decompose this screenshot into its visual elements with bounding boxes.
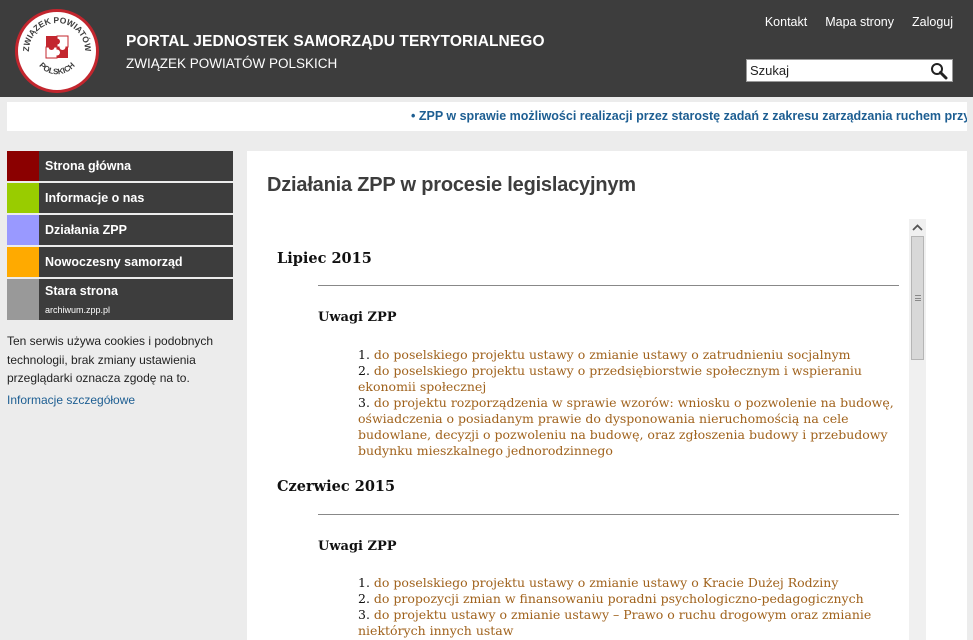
cookie-notice: Ten serwis używa cookies i podobnych tec… — [7, 334, 214, 385]
search-input[interactable] — [747, 60, 925, 81]
divider — [318, 285, 899, 286]
list-number: 2. — [358, 591, 370, 606]
news-ticker: • ZPP w sprawie możliwości realizacji pr… — [7, 102, 967, 131]
sidebar-item-label: Nowoczesny samorząd — [45, 255, 183, 269]
sidebar-color-swatch — [7, 247, 39, 277]
ticker-link[interactable]: • ZPP w sprawie możliwości realizacji pr… — [411, 109, 967, 123]
month-heading: Lipiec 2015 — [277, 250, 372, 267]
sidebar: Strona główna Informacje o nas Działania… — [7, 151, 233, 322]
section-heading: Uwagi ZPP — [318, 539, 397, 554]
grip-icon — [915, 295, 921, 301]
zpp-logo[interactable]: ZWIĄZEK POWIATÓW POLSKICH — [15, 9, 99, 93]
list-item: 1. do poselskiego projektu ustawy o zmia… — [358, 575, 898, 591]
section-heading: Uwagi ZPP — [318, 310, 397, 325]
sidebar-item-label: Działania ZPP — [45, 223, 127, 237]
document-link[interactable]: do projektu rozporządzenia w sprawie wzo… — [358, 395, 894, 458]
main-panel: Działania ZPP w procesie legislacyjnym L… — [247, 151, 967, 640]
document-list: 1. do poselskiego projektu ustawy o zmia… — [358, 347, 898, 459]
sidebar-color-swatch — [7, 183, 39, 213]
sidebar-item-informacje[interactable]: Informacje o nas — [7, 183, 233, 213]
document-link[interactable]: do poselskiego projektu ustawy o przedsi… — [358, 363, 862, 394]
scrollbar-thumb[interactable] — [911, 236, 924, 360]
document-link[interactable]: do propozycji zmian w finansowaniu porad… — [374, 591, 864, 606]
cookie-details-link[interactable]: Informacje szczegółowe — [7, 393, 135, 407]
site-subtitle: ZWIĄZEK POWIATÓW POLSKICH — [126, 56, 338, 71]
sidebar-item-nowoczesny-samorzad[interactable]: Nowoczesny samorząd — [7, 247, 233, 277]
document-link[interactable]: do poselskiego projektu ustawy o zmianie… — [374, 575, 838, 590]
sidebar-item-strona-glowna[interactable]: Strona główna — [7, 151, 233, 181]
list-item: 3. do projektu ustawy o zmianie ustawy –… — [358, 607, 898, 639]
svg-text:POLSKICH: POLSKICH — [37, 61, 76, 77]
list-number: 3. — [358, 395, 370, 410]
sidebar-color-swatch — [7, 151, 39, 181]
search-icon[interactable] — [930, 62, 948, 80]
divider — [318, 514, 899, 515]
sidebar-item-label: Stara strona — [45, 284, 118, 298]
list-item: 2. do poselskiego projektu ustawy o prze… — [358, 363, 898, 395]
top-nav: Kontakt Mapa strony Zaloguj — [765, 15, 953, 29]
puzzle-emblem-icon — [45, 35, 69, 59]
nav-kontakt[interactable]: Kontakt — [765, 15, 807, 29]
list-item: 2. do propozycji zmian w finansowaniu po… — [358, 591, 898, 607]
chevron-up-icon[interactable] — [909, 219, 926, 236]
sidebar-item-sublabel: archiwum.zpp.pl — [45, 305, 111, 315]
sidebar-color-swatch — [7, 215, 39, 245]
search-box — [746, 59, 953, 82]
month-heading: Czerwiec 2015 — [277, 478, 396, 495]
list-item: 3. do projektu rozporządzenia w sprawie … — [358, 395, 898, 459]
sidebar-item-label: Strona główna — [45, 159, 132, 173]
list-number: 1. — [358, 347, 370, 362]
content-frame: Lipiec 2015 Uwagi ZPP 1. do poselskiego … — [265, 218, 927, 640]
document-link[interactable]: do projektu ustawy o zmianie ustawy – Pr… — [358, 607, 871, 638]
site-title: PORTAL JEDNOSTEK SAMORZĄDU TERYTORIALNEG… — [126, 33, 545, 50]
logo-text-bottom: POLSKICH — [37, 61, 76, 77]
nav-mapa-strony[interactable]: Mapa strony — [825, 15, 894, 29]
content-scrollbar[interactable] — [909, 219, 926, 640]
sidebar-color-swatch — [7, 279, 39, 320]
list-number: 1. — [358, 575, 370, 590]
sidebar-item-label: Informacje o nas — [45, 191, 145, 205]
header: ZWIĄZEK POWIATÓW POLSKICH PORTAL JEDNOST… — [0, 0, 973, 97]
list-item: 1. do poselskiego projektu ustawy o zmia… — [358, 347, 898, 363]
sidebar-item-stara-strona[interactable]: Stara strona archiwum.zpp.pl — [7, 279, 233, 320]
nav-zaloguj[interactable]: Zaloguj — [912, 15, 953, 29]
sidebar-item-dzialania[interactable]: Działania ZPP — [7, 215, 233, 245]
document-list: 1. do poselskiego projektu ustawy o zmia… — [358, 575, 898, 639]
page-title: Działania ZPP w procesie legislacyjnym — [267, 174, 636, 196]
document-link[interactable]: do poselskiego projektu ustawy o zmianie… — [374, 347, 851, 362]
list-number: 3. — [358, 607, 370, 622]
list-number: 2. — [358, 363, 370, 378]
